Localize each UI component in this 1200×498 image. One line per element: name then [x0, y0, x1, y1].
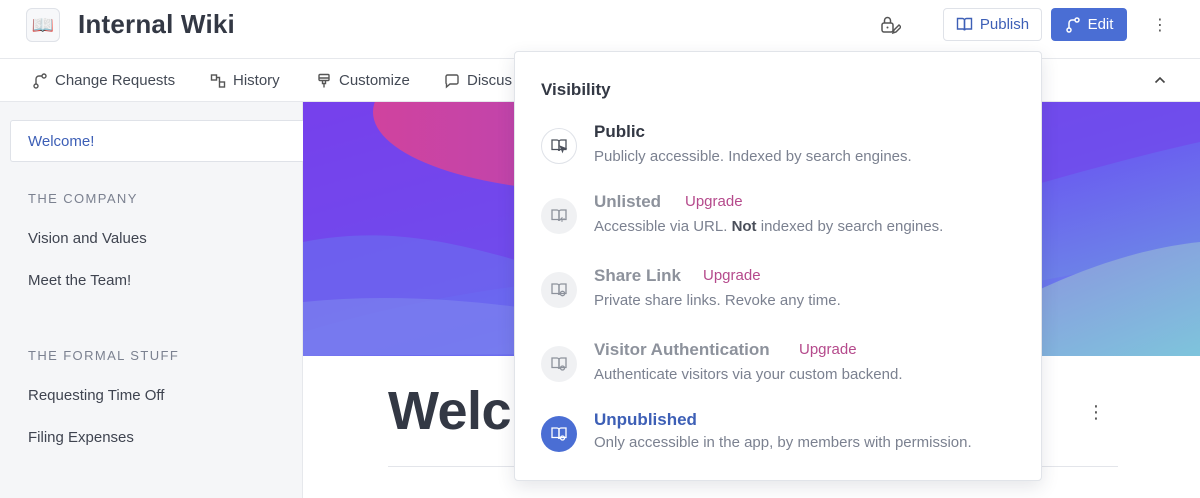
- sidebar: Welcome! THE COMPANY Vision and Values M…: [0, 102, 303, 498]
- unpublished-book-icon: [541, 416, 577, 452]
- option-description: Publicly accessible. Indexed by search e…: [594, 148, 912, 165]
- page-title[interactable]: Welc: [388, 380, 512, 442]
- visibility-option-visitor-authentication[interactable]: Visitor Authentication Upgrade Authentic…: [515, 340, 1043, 400]
- sidebar-item-filing-expenses[interactable]: Filing Expenses: [28, 429, 134, 446]
- visibility-option-unlisted[interactable]: Unlisted Upgrade Accessible via URL. Not…: [515, 192, 1043, 252]
- tab-label: Change Requests: [55, 72, 176, 89]
- upgrade-link[interactable]: Upgrade: [685, 193, 743, 210]
- dropdown-title: Visibility: [541, 80, 611, 99]
- edit-label: Edit: [1087, 16, 1114, 33]
- tab-discussions[interactable]: Discus: [444, 59, 512, 102]
- option-description: Only accessible in the app, by members w…: [594, 434, 972, 451]
- history-icon: [210, 73, 226, 88]
- globe-book-icon: [541, 128, 577, 164]
- tab-history[interactable]: History: [210, 59, 280, 102]
- desc-text: indexed by search engines.: [756, 218, 944, 235]
- desc-text: Accessible via URL.: [594, 218, 732, 235]
- sidebar-item-requesting-time-off[interactable]: Requesting Time Off: [28, 387, 164, 404]
- desc-emphasis: Not: [731, 218, 757, 235]
- publish-label: Publish: [979, 16, 1030, 33]
- chat-icon: [445, 73, 459, 89]
- lock-edit-icon[interactable]: [876, 12, 904, 38]
- visibility-dropdown: Visibility Public Publicly accessible. I…: [514, 51, 1042, 481]
- visibility-option-public[interactable]: Public Publicly accessible. Indexed by s…: [515, 122, 1043, 182]
- share-book-icon: [541, 272, 577, 308]
- option-name: Share Link: [594, 266, 681, 285]
- option-description: Authenticate visitors via your custom ba…: [594, 366, 903, 383]
- option-name: Unlisted: [594, 192, 662, 211]
- top-header: 📖 Internal Wiki Publish Edit ⋮: [0, 0, 1200, 50]
- visibility-option-share-link[interactable]: Share Link Upgrade Private share links. …: [515, 266, 1043, 326]
- visibility-option-unpublished[interactable]: Unpublished Only accessible in the app, …: [515, 410, 1043, 470]
- tab-label: Customize: [339, 72, 410, 89]
- tab-label: Discus: [467, 72, 513, 89]
- option-name: Visitor Authentication: [594, 340, 770, 359]
- option-name: Public: [594, 122, 646, 141]
- option-description: Accessible via URL. Not indexed by searc…: [594, 218, 943, 235]
- sidebar-item-welcome[interactable]: Welcome!: [10, 120, 303, 162]
- edit-button[interactable]: Edit: [1051, 8, 1127, 41]
- publish-button[interactable]: Publish: [943, 8, 1042, 41]
- sidebar-item-meet-the-team[interactable]: Meet the Team!: [28, 272, 131, 289]
- book-open-icon: [956, 17, 973, 31]
- option-name: Unpublished: [594, 410, 697, 429]
- chevron-up-icon[interactable]: [1151, 71, 1169, 89]
- key-book-icon: [541, 346, 577, 382]
- site-title[interactable]: Internal Wiki: [78, 9, 235, 40]
- link-book-icon: [541, 198, 577, 234]
- logo-glyph: 📖: [31, 14, 55, 35]
- upgrade-link[interactable]: Upgrade: [799, 341, 857, 358]
- branch-icon: [1065, 16, 1080, 33]
- tab-customize[interactable]: Customize: [316, 59, 410, 102]
- sidebar-item-vision-and-values[interactable]: Vision and Values: [28, 230, 147, 247]
- sidebar-section-heading: THE COMPANY: [28, 191, 138, 206]
- branch-icon: [33, 72, 47, 89]
- tab-label: History: [233, 72, 280, 89]
- sidebar-section-heading: THE FORMAL STUFF: [28, 348, 180, 363]
- brush-icon: [318, 73, 330, 87]
- option-description: Private share links. Revoke any time.: [594, 292, 841, 309]
- tab-change-requests[interactable]: Change Requests: [32, 59, 175, 102]
- page-more-icon[interactable]: ⋮: [1086, 402, 1106, 422]
- upgrade-link[interactable]: Upgrade: [703, 267, 761, 284]
- more-options-icon[interactable]: ⋮: [1150, 12, 1170, 38]
- book-icon[interactable]: 📖: [26, 8, 60, 42]
